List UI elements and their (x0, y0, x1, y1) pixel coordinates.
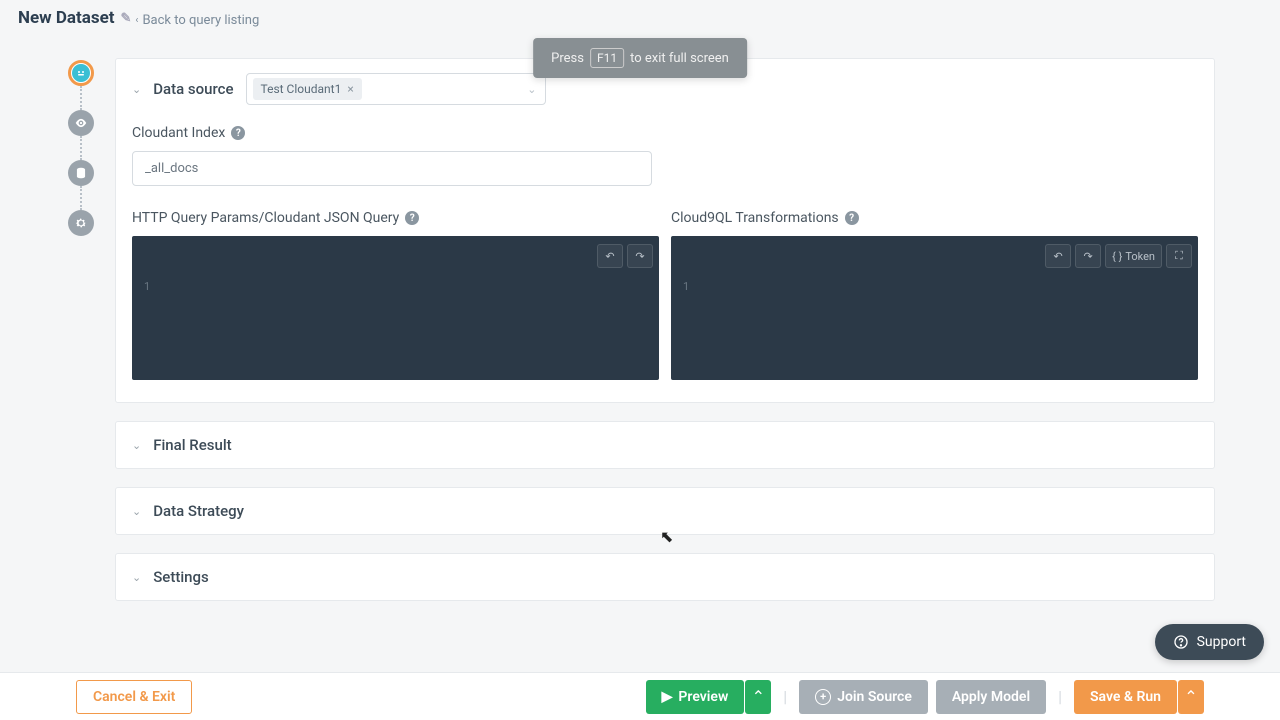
data-source-tag-label: Test Cloudant1 (261, 82, 342, 96)
step-connector (80, 86, 82, 110)
gear-icon (74, 216, 88, 230)
panel-final-result: ⌄ Final Result (115, 421, 1215, 469)
step-connector (80, 136, 82, 160)
save-run-button[interactable]: Save & Run (1074, 680, 1177, 714)
panel-data-source: ⌄ Data source Test Cloudant1 × ⌄ Cloudan… (115, 58, 1215, 403)
cloudant-index-label: Cloudant Index ? (132, 125, 1198, 141)
edit-icon[interactable]: ✎ (121, 11, 132, 26)
panel-header-settings[interactable]: ⌄ Settings (116, 554, 1214, 600)
cloud9ql-label: Cloud9QL Transformations ? (671, 210, 1198, 226)
help-icon[interactable]: ? (231, 126, 245, 140)
hint-suffix: to exit full screen (630, 51, 729, 66)
data-source-select[interactable]: Test Cloudant1 × ⌄ (246, 73, 546, 105)
panel-data-strategy: ⌄ Data Strategy (115, 487, 1215, 535)
page-title-text: New Dataset (18, 8, 115, 28)
divider: | (783, 687, 787, 706)
help-circle-icon (1173, 634, 1189, 650)
chevron-down-icon: ⌄ (132, 571, 141, 584)
play-icon: ▶ (662, 689, 673, 705)
token-button[interactable]: { }Token (1105, 244, 1162, 268)
chevron-down-icon: ⌄ (132, 83, 141, 96)
preview-button[interactable]: ▶ Preview (646, 680, 745, 714)
help-icon[interactable]: ? (845, 211, 859, 225)
close-icon[interactable]: × (347, 82, 353, 96)
chevron-down-icon: ⌄ (527, 83, 536, 96)
footer: Cancel & Exit ▶ Preview ⌃ | + Join Sourc… (0, 672, 1280, 720)
panel-header-data-strategy[interactable]: ⌄ Data Strategy (116, 488, 1214, 534)
step-preview[interactable] (68, 110, 94, 136)
chevron-up-icon: ⌃ (1184, 687, 1197, 706)
expand-icon[interactable]: ⛶ (1166, 244, 1192, 268)
eye-icon (74, 116, 88, 130)
undo-button[interactable]: ↶ (1045, 244, 1071, 268)
http-query-editor[interactable]: ↶ ↷ 1 (132, 236, 659, 380)
redo-button[interactable]: ↷ (627, 244, 653, 268)
robot-icon (72, 64, 90, 82)
chevron-left-icon: ‹ (135, 15, 138, 26)
join-source-button[interactable]: + Join Source (799, 680, 928, 714)
hint-press: Press (551, 51, 584, 66)
database-icon (74, 166, 88, 180)
divider: | (1058, 687, 1062, 706)
line-number: 1 (683, 280, 689, 293)
chevron-down-icon: ⌄ (132, 505, 141, 518)
http-query-label: HTTP Query Params/Cloudant JSON Query ? (132, 210, 659, 226)
help-icon[interactable]: ? (405, 211, 419, 225)
undo-button[interactable]: ↶ (597, 244, 623, 268)
panel-title-data-source: Data source (153, 80, 233, 98)
panel-settings: ⌄ Settings (115, 553, 1215, 601)
redo-button[interactable]: ↷ (1075, 244, 1101, 268)
page-title: New Dataset ✎ (18, 8, 131, 28)
back-link[interactable]: ‹ Back to query listing (135, 13, 259, 28)
panel-title-final-result: Final Result (153, 436, 231, 454)
hint-key: F11 (590, 48, 624, 68)
step-connector (80, 186, 82, 210)
data-source-tag: Test Cloudant1 × (253, 78, 362, 100)
step-data-source[interactable] (68, 60, 94, 86)
step-data-strategy[interactable] (68, 160, 94, 186)
support-button[interactable]: Support (1155, 624, 1264, 660)
plus-circle-icon: + (815, 689, 831, 705)
line-number: 1 (144, 280, 150, 293)
support-label: Support (1197, 634, 1246, 650)
chevron-down-icon: ⌄ (132, 439, 141, 452)
cloud9ql-editor[interactable]: ↶ ↷ { }Token ⛶ 1 (671, 236, 1198, 380)
panel-header-final-result[interactable]: ⌄ Final Result (116, 422, 1214, 468)
back-link-text: Back to query listing (142, 13, 259, 28)
save-run-dropdown[interactable]: ⌃ (1178, 680, 1204, 714)
panel-title-data-strategy: Data Strategy (153, 502, 244, 520)
step-settings[interactable] (68, 210, 94, 236)
apply-model-button[interactable]: Apply Model (936, 680, 1046, 714)
chevron-up-icon: ⌃ (752, 687, 765, 706)
cloudant-index-input[interactable] (132, 151, 652, 186)
fullscreen-hint: Press F11 to exit full screen (533, 38, 747, 78)
cancel-button[interactable]: Cancel & Exit (76, 680, 192, 714)
stepper (68, 60, 94, 236)
preview-dropdown[interactable]: ⌃ (745, 680, 771, 714)
panel-title-settings: Settings (153, 568, 209, 586)
